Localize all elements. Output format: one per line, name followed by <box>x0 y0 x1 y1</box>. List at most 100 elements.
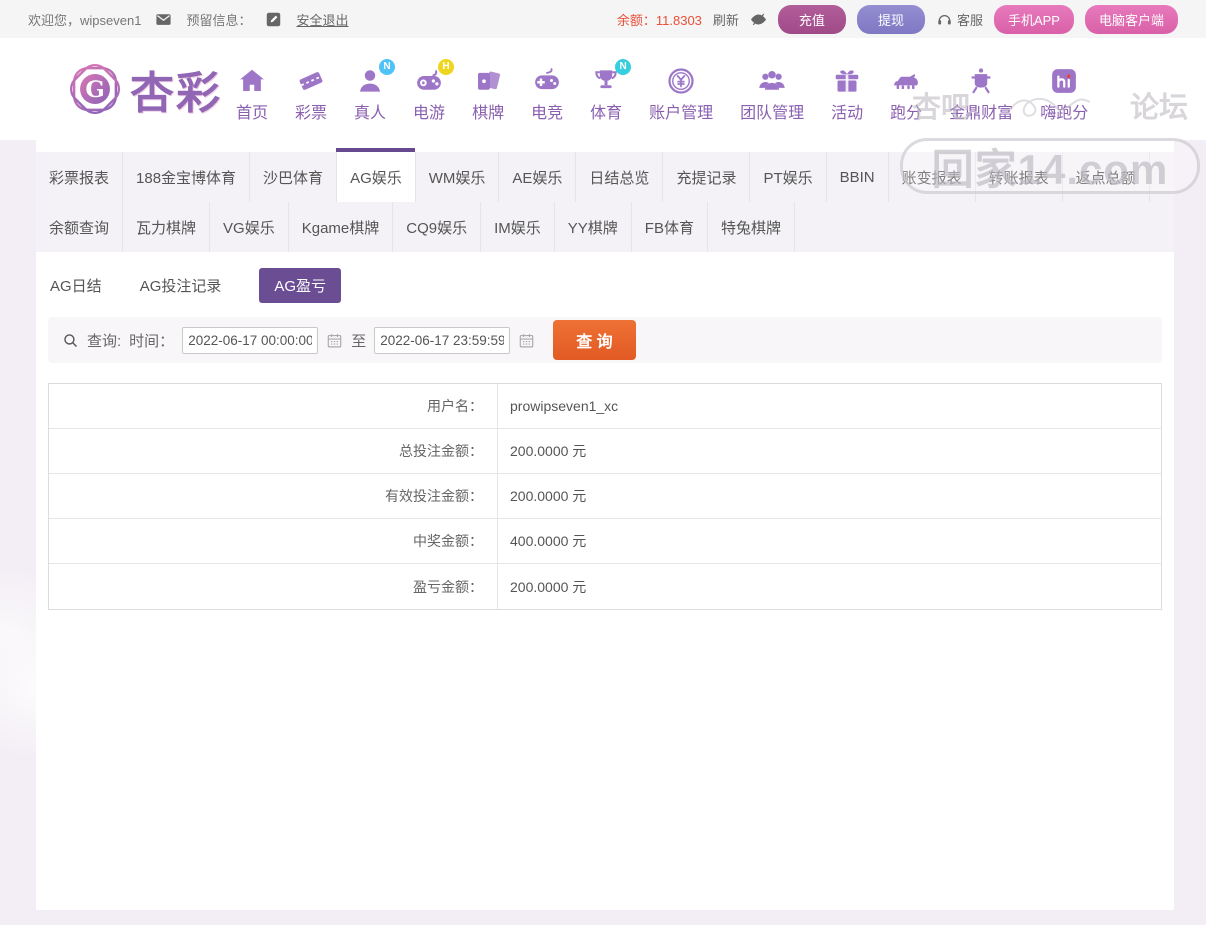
mobile-app-button[interactable]: 手机APP <box>993 4 1074 34</box>
topbar-left: 欢迎您，wipseven1 预留信息： 安全退出 <box>28 10 362 29</box>
nav-item-paofen[interactable]: 跑分 <box>890 66 922 123</box>
svg-text:G: G <box>85 77 104 103</box>
balance-value: 11.8303 <box>655 12 702 28</box>
calendar-end-icon[interactable] <box>518 332 535 349</box>
rhino-icon <box>891 66 921 96</box>
tab-row1-7[interactable]: 充提记录 <box>663 152 751 202</box>
cards-icon <box>473 66 503 96</box>
tab-row1-11[interactable]: 转账报表 <box>976 152 1063 202</box>
tab-row1-10[interactable]: 账变报表 <box>889 152 976 202</box>
table-row: 盈亏金额： 200.0000 元 <box>49 564 1161 609</box>
tab-row2-5[interactable]: IM娱乐 <box>481 202 555 252</box>
nav-item-live[interactable]: N 真人 <box>354 58 396 123</box>
tab-row2-4[interactable]: CQ9娱乐 <box>393 202 482 252</box>
headset-icon <box>936 11 953 28</box>
tab-row2-8[interactable]: 特兔棋牌 <box>708 202 795 252</box>
start-time-input[interactable] <box>182 326 319 354</box>
eye-off-icon[interactable] <box>750 11 767 28</box>
nav-item-label: 棋牌 <box>472 104 505 122</box>
nav-item-label: 真人 <box>354 104 387 122</box>
nav-badge-egame: H <box>438 58 455 75</box>
subtab-2[interactable]: AG盈亏 <box>259 268 342 303</box>
tabs-row1: 彩票报表 188金宝博体育 沙巴体育 AG娱乐 WM娱乐 AE娱乐 日结总览 充提记录 PT娱乐… <box>36 148 1174 202</box>
ticket-icon <box>296 66 326 96</box>
table-row: 中奖金额： 400.0000 元 <box>49 519 1161 564</box>
tab-row2-0[interactable]: 余额查询 <box>36 202 124 252</box>
nav-item-lottery[interactable]: 彩票 <box>295 66 327 123</box>
logo[interactable]: G 杏彩 <box>66 57 222 121</box>
nav-item-team[interactable]: 团队管理 <box>740 66 804 123</box>
tab-row2-6[interactable]: YY棋牌 <box>555 202 632 252</box>
nav-item-promo[interactable]: 活动 <box>831 66 863 123</box>
nav-item-label: 团队管理 <box>740 104 805 122</box>
nav-item-account[interactable]: 账户管理 <box>649 66 713 123</box>
nav-item-label: 活动 <box>831 104 864 122</box>
subtabs: AG日结 AG投注记录 AG盈亏 <box>50 268 1174 303</box>
nav-badge-sports: N <box>615 58 632 75</box>
pc-client-button[interactable]: 电脑客户端 <box>1084 4 1178 34</box>
logo-text: 杏彩 <box>130 69 222 118</box>
nav-item-esports[interactable]: 电竞 <box>531 66 563 123</box>
nav-item-egame[interactable]: H 电游 <box>413 58 455 123</box>
nav-item-sports[interactable]: N 体育 <box>590 58 632 123</box>
gift-icon <box>832 66 862 96</box>
gamepad-icon <box>532 66 562 96</box>
nav-item-chess[interactable]: 棋牌 <box>472 66 504 123</box>
edit-icon[interactable] <box>265 11 282 28</box>
row-value: 200.0000 元 <box>510 578 587 595</box>
reserved-info-label: 预留信息： <box>186 12 252 28</box>
table-row: 总投注金额： 200.0000 元 <box>49 429 1161 474</box>
row-value: 200.0000 元 <box>510 488 587 504</box>
refresh-link[interactable]: 刷新 <box>713 10 739 29</box>
logout-link[interactable]: 安全退出 <box>296 10 348 29</box>
query-button[interactable]: 查 询 <box>553 320 636 360</box>
subtab-0[interactable]: AG日结 <box>50 268 102 303</box>
row-value: 200.0000 元 <box>510 443 587 459</box>
watermark-right-text: 论坛 <box>1129 92 1188 124</box>
calendar-start-icon[interactable] <box>326 332 343 349</box>
home-icon <box>237 66 267 96</box>
tab-row1-6[interactable]: 日结总览 <box>576 152 664 202</box>
nav-item-label: 电游 <box>413 104 446 122</box>
tab-row1-5[interactable]: AE娱乐 <box>499 152 577 202</box>
recharge-button[interactable]: 充值 <box>777 4 846 34</box>
tab-row2-7[interactable]: FB体育 <box>632 202 708 252</box>
nav-item-label: 账户管理 <box>649 104 714 122</box>
nav-item-label: 金鼎财富 <box>949 104 1014 122</box>
end-time-input[interactable] <box>374 326 511 354</box>
slot-gamepad-icon: H <box>414 58 455 96</box>
logo-flower-icon: G <box>66 60 124 118</box>
nav-badge-live: N <box>379 58 396 75</box>
row-label: 中奖金额： <box>49 519 498 563</box>
nav-item-label: 嗨跑分 <box>1040 104 1089 122</box>
nav-item-label: 体育 <box>590 104 623 122</box>
to-label: 至 <box>351 332 367 350</box>
nav-item-hipaofen[interactable]: 嗨跑分 <box>1040 66 1088 123</box>
row-label: 盈亏金额： <box>49 564 498 609</box>
tab-row1-1[interactable]: 188金宝博体育 <box>123 152 251 202</box>
tab-row1-9[interactable]: BBIN <box>827 152 889 202</box>
mail-icon[interactable] <box>155 11 172 28</box>
tab-row1-8[interactable]: PT娱乐 <box>750 152 827 202</box>
tab-row1-12[interactable]: 返点总额 <box>1063 152 1150 202</box>
nav-item-jinding[interactable]: 金鼎财富 <box>949 66 1013 123</box>
report-table: 用户名： prowipseven1_xc 总投注金额： 200.0000 元有效投注金… <box>48 383 1162 610</box>
topbar: 欢迎您，wipseven1 预留信息： 安全退出 余额：11.8303 刷新 充… <box>0 0 1206 38</box>
tab-row1-4[interactable]: WM娱乐 <box>416 152 500 202</box>
nav-item-home[interactable]: 首页 <box>236 66 268 123</box>
tab-row1-2[interactable]: 沙巴体育 <box>250 152 338 202</box>
nav-item-label: 彩票 <box>295 104 328 122</box>
team-icon <box>757 66 787 96</box>
withdraw-button[interactable]: 提现 <box>856 4 925 34</box>
tab-row1-3[interactable]: AG娱乐 <box>336 148 416 202</box>
tab-row1-0[interactable]: 彩票报表 <box>36 152 124 202</box>
hi-icon <box>1049 66 1079 96</box>
row-label: 总投注金额： <box>49 429 498 473</box>
tab-row2-1[interactable]: 瓦力棋牌 <box>123 202 211 252</box>
tab-row2-3[interactable]: Kgame棋牌 <box>289 202 394 252</box>
customer-service-link[interactable]: 客服 <box>936 10 983 29</box>
tab-row2-2[interactable]: VG娱乐 <box>210 202 289 252</box>
search-panel: 查询: 时间： 至 查 询 <box>48 317 1162 363</box>
subtab-1[interactable]: AG投注记录 <box>140 268 222 303</box>
nav-item-label: 首页 <box>236 104 269 122</box>
